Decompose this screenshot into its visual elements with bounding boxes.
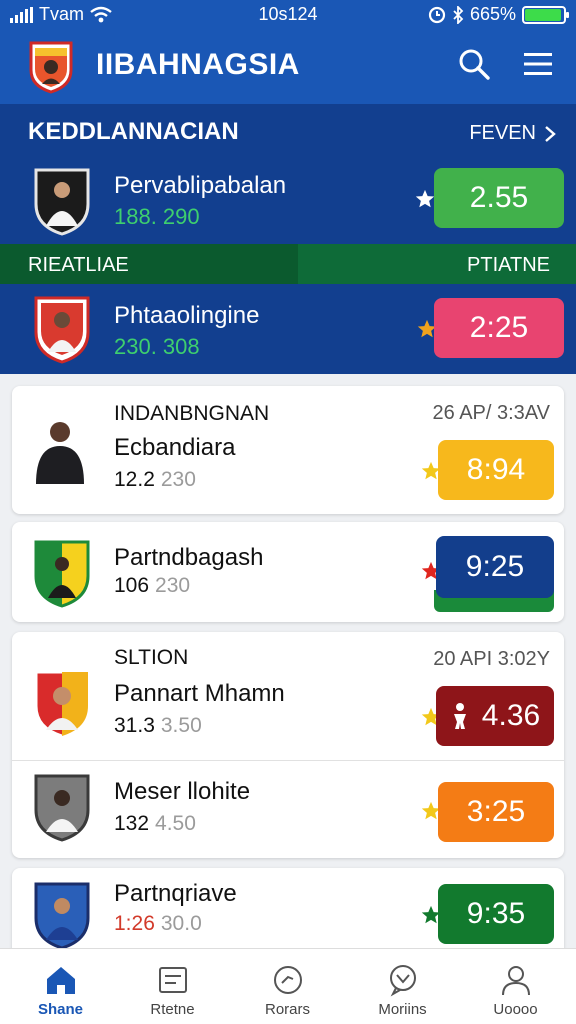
match-stat: 1:26 30.0 <box>114 912 202 935</box>
star-icon[interactable] <box>414 188 436 210</box>
alarm-icon <box>428 6 446 23</box>
match-stat: 12.2 230 <box>114 468 196 491</box>
app-header: IIBAHNAGSIA <box>0 32 576 104</box>
featured-title: KEDDLANNACIAN <box>28 118 239 145</box>
nav-label: Uoooo <box>493 1001 538 1018</box>
match-title: Meser llohite <box>114 778 251 805</box>
nav-messages[interactable]: Moriins <box>345 949 460 1024</box>
match-title: Pannart Mhamn <box>114 680 285 707</box>
bottom-nav: Shane Rtetne Rorars Moriins Uoooo <box>0 948 576 1024</box>
match-date: 26 AP/ 3:3AV <box>432 402 551 424</box>
competition-label: SLTION <box>114 646 189 669</box>
ticket-icon <box>159 967 187 993</box>
match-title: Ecbandiara <box>114 434 236 461</box>
competition-label: INDANBNGNAN <box>114 402 270 425</box>
menu-icon[interactable] <box>522 50 554 78</box>
chevron-right-icon <box>545 125 556 142</box>
player-crest <box>34 168 90 236</box>
player-crest <box>34 882 90 950</box>
odds-button[interactable]: 9:25 <box>436 536 554 598</box>
match-stat: 31.3 3.50 <box>114 714 202 737</box>
match-title: Partndbagash <box>114 544 264 571</box>
chat-icon <box>390 965 416 997</box>
match-stat: 106 230 <box>114 574 191 597</box>
match-stat: 188. 290 <box>114 204 200 229</box>
bluetooth-icon <box>453 5 464 24</box>
battery-icon <box>522 5 569 24</box>
player-crest <box>34 296 90 364</box>
player-icon <box>453 703 466 729</box>
home-icon <box>47 967 75 994</box>
player-crest <box>34 774 90 842</box>
nav-profile[interactable]: Uoooo <box>458 949 573 1024</box>
match-title: Partnqriave <box>114 880 237 907</box>
row-divider <box>12 760 564 761</box>
match-date: 20 API 3:02Y <box>433 648 550 670</box>
clock-icon <box>274 966 302 994</box>
strip-left-label: RIEATLIAE <box>28 254 129 276</box>
odds-button[interactable]: 8:94 <box>438 440 554 500</box>
status-bar: Tvam 10s124 665% <box>0 0 576 32</box>
odds-value: 4.36 <box>481 699 541 732</box>
nav-label: Rtetne <box>150 1001 195 1018</box>
app-title: IIBAHNAGSIA <box>96 48 300 81</box>
strip-right-label: PTIATNE <box>467 254 550 276</box>
match-stat: 132 4.50 <box>114 812 196 835</box>
odds-button[interactable]: 4.36 <box>436 686 554 746</box>
nav-label: Shane <box>37 1001 83 1018</box>
nav-label: Rorars <box>264 1001 310 1018</box>
nav-label: Moriins <box>378 1001 427 1018</box>
user-icon <box>502 966 530 996</box>
odds-button[interactable]: 3:25 <box>438 782 554 842</box>
player-crest <box>34 670 90 738</box>
match-title: Phtaaolingine <box>114 302 260 329</box>
odds-button[interactable]: 2:25 <box>434 298 564 358</box>
odds-button[interactable]: 2.55 <box>434 168 564 228</box>
see-all-label: FEVEN <box>469 122 536 144</box>
player-crest <box>34 540 90 608</box>
match-title: Pervablipabalan <box>114 172 287 199</box>
nav-home[interactable]: Shane <box>3 949 118 1024</box>
nav-scores[interactable]: Rorars <box>230 949 345 1024</box>
club-logo <box>29 41 73 94</box>
nav-tickets[interactable]: Rtetne <box>115 949 230 1024</box>
match-stat: 230. 308 <box>114 334 200 359</box>
battery-percent: 665% <box>469 4 516 24</box>
odds-button[interactable]: 9:35 <box>438 884 554 944</box>
search-icon[interactable] <box>456 46 492 82</box>
featured-see-all-link[interactable]: FEVEN <box>469 122 556 145</box>
player-avatar <box>36 422 84 484</box>
